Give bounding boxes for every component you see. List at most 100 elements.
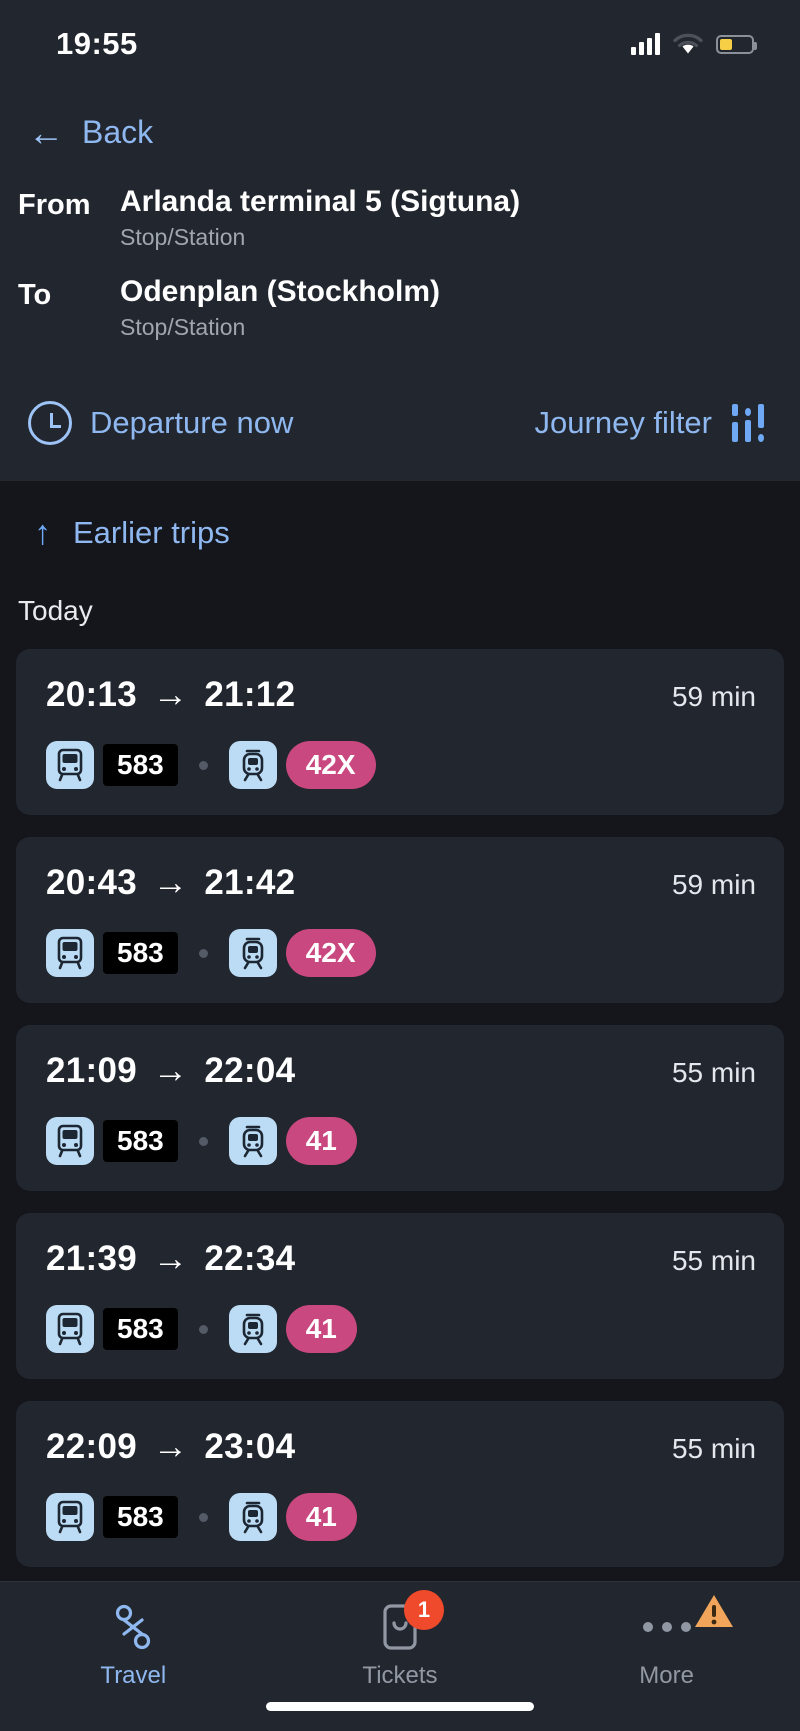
- train-icon: [228, 1305, 277, 1353]
- trip-leg: 583: [46, 1305, 178, 1353]
- route-icon: [111, 1602, 155, 1652]
- bus-icon: [46, 1305, 94, 1353]
- trip-card[interactable]: 20:13 → 21:12 59 min 583 42X: [16, 649, 784, 815]
- leg-separator-dot: [198, 1324, 208, 1334]
- wifi-icon: [673, 33, 703, 54]
- line-number-badge: 583: [103, 744, 178, 786]
- bus-icon: [46, 1493, 94, 1541]
- arrow-right-icon: →: [143, 863, 199, 902]
- warning-triangle-icon: [694, 1595, 733, 1627]
- leg-separator-dot: [198, 948, 208, 958]
- clock-icon: [28, 401, 72, 445]
- trip-legs: 583 41: [46, 1305, 756, 1353]
- train-icon: [228, 1493, 277, 1541]
- bus-icon: [46, 741, 94, 789]
- trip-legs: 583 42X: [46, 741, 756, 789]
- departure-label: Departure now: [90, 405, 294, 440]
- bus-icon: [46, 929, 94, 977]
- tab-travel[interactable]: Travel: [1, 1602, 265, 1690]
- more-dots-icon: [642, 1595, 733, 1652]
- sliders-filter-icon: [732, 404, 764, 442]
- leg-separator-dot: [198, 760, 208, 770]
- trip-duration: 55 min: [671, 1433, 756, 1464]
- trip-card[interactable]: 21:09 → 22:04 55 min 583 41: [16, 1025, 784, 1191]
- line-number-badge: 41: [285, 1305, 357, 1353]
- trip-depart-time: 22:09: [46, 1427, 138, 1466]
- trip-card[interactable]: 20:43 → 21:42 59 min 583 42X: [16, 837, 784, 1003]
- results-list: ↑ Earlier trips Today 20:13 → 21:12 59 mi…: [0, 481, 800, 1581]
- leg-separator-dot: [198, 1136, 208, 1146]
- trip-leg: 583: [46, 929, 178, 977]
- trip-times: 20:13 → 21:12: [46, 675, 295, 715]
- trip-card[interactable]: 21:39 → 22:34 55 min 583 41: [16, 1213, 784, 1379]
- trip-leg: 41: [228, 1117, 357, 1165]
- trip-arrive-time: 22:34: [204, 1239, 296, 1278]
- tab-tickets-label: Tickets: [362, 1662, 438, 1689]
- trip-duration: 55 min: [671, 1057, 756, 1088]
- tab-more-label: More: [639, 1662, 694, 1689]
- app-screen: 19:55 ← Back From Arlanda terminal 5 (Si…: [0, 0, 800, 1731]
- trip-times: 21:39 → 22:34: [46, 1239, 295, 1279]
- trip-depart-time: 20:13: [46, 675, 138, 714]
- earlier-trips-button[interactable]: ↑ Earlier trips: [16, 481, 784, 551]
- departure-time-button[interactable]: Departure now: [28, 401, 293, 445]
- trip-card[interactable]: 22:09 → 23:04 55 min 583 41: [16, 1401, 784, 1567]
- tab-travel-label: Travel: [100, 1662, 167, 1689]
- line-number-badge: 42X: [285, 741, 376, 789]
- battery-low-icon: [716, 34, 757, 54]
- back-button-label: Back: [82, 114, 154, 150]
- trip-card-container: 20:13 → 21:12 59 min 583 42X 20:43 → 21:42 59…: [16, 649, 784, 1567]
- origin-destination: From Arlanda terminal 5 (Sigtuna) Stop/S…: [0, 151, 800, 341]
- destination-key: To: [18, 279, 52, 311]
- cellular-signal-icon: [631, 33, 660, 55]
- trip-depart-time: 21:09: [46, 1051, 138, 1090]
- tab-tickets[interactable]: 1 Tickets: [268, 1590, 532, 1690]
- status-bar: 19:55: [0, 0, 800, 88]
- day-label: Today: [18, 595, 93, 626]
- trip-leg: 41: [228, 1493, 357, 1541]
- trip-times: 21:09 → 22:04: [46, 1051, 295, 1091]
- arrow-up-icon: ↑: [34, 514, 51, 552]
- line-number-badge: 583: [103, 1308, 178, 1350]
- line-number-badge: 41: [285, 1117, 357, 1165]
- arrow-right-icon: →: [143, 1051, 199, 1090]
- status-time: 19:55: [56, 26, 138, 61]
- trip-leg: 42X: [228, 741, 376, 789]
- journey-filter-button[interactable]: Journey filter: [535, 404, 764, 442]
- home-indicator: [266, 1702, 534, 1711]
- train-icon: [228, 1117, 277, 1165]
- ticket-phone-icon: 1: [382, 1590, 444, 1652]
- tab-more[interactable]: More: [535, 1595, 799, 1690]
- origin-value: Arlanda terminal 5 (Sigtuna): [120, 185, 521, 218]
- leg-separator-dot: [198, 1512, 208, 1522]
- trip-duration: 59 min: [671, 869, 756, 900]
- trip-times: 22:09 → 23:04: [46, 1427, 295, 1467]
- line-number-badge: 42X: [285, 929, 376, 977]
- origin-subtitle: Stop/Station: [120, 224, 246, 250]
- line-number-badge: 41: [285, 1493, 357, 1541]
- arrow-right-icon: →: [143, 675, 199, 714]
- trip-leg: 583: [46, 1117, 178, 1165]
- earlier-trips-label: Earlier trips: [73, 515, 230, 550]
- trip-depart-time: 21:39: [46, 1239, 138, 1278]
- trip-legs: 583 41: [46, 1493, 756, 1541]
- trip-arrive-time: 21:12: [204, 675, 296, 714]
- trip-duration: 59 min: [671, 681, 756, 712]
- origin-block[interactable]: From Arlanda terminal 5 (Sigtuna) Stop/S…: [18, 185, 800, 251]
- status-icons: [631, 33, 757, 55]
- trip-legs: 583 42X: [46, 929, 756, 977]
- trip-arrive-time: 22:04: [204, 1051, 296, 1090]
- destination-value: Odenplan (Stockholm): [120, 275, 441, 308]
- line-number-badge: 583: [103, 1496, 178, 1538]
- tickets-badge: 1: [403, 1590, 444, 1630]
- journey-filter-label: Journey filter: [534, 405, 712, 440]
- trip-duration: 55 min: [671, 1245, 756, 1276]
- line-number-badge: 583: [103, 1120, 178, 1162]
- filter-row: Departure now Journey filter: [0, 365, 800, 445]
- destination-block[interactable]: To Odenplan (Stockholm) Stop/Station: [18, 275, 800, 341]
- trip-times: 20:43 → 21:42: [46, 863, 295, 903]
- trip-leg: 42X: [228, 929, 376, 977]
- destination-subtitle: Stop/Station: [120, 314, 246, 340]
- back-button[interactable]: ← Back: [0, 88, 800, 151]
- arrow-right-icon: →: [143, 1427, 199, 1466]
